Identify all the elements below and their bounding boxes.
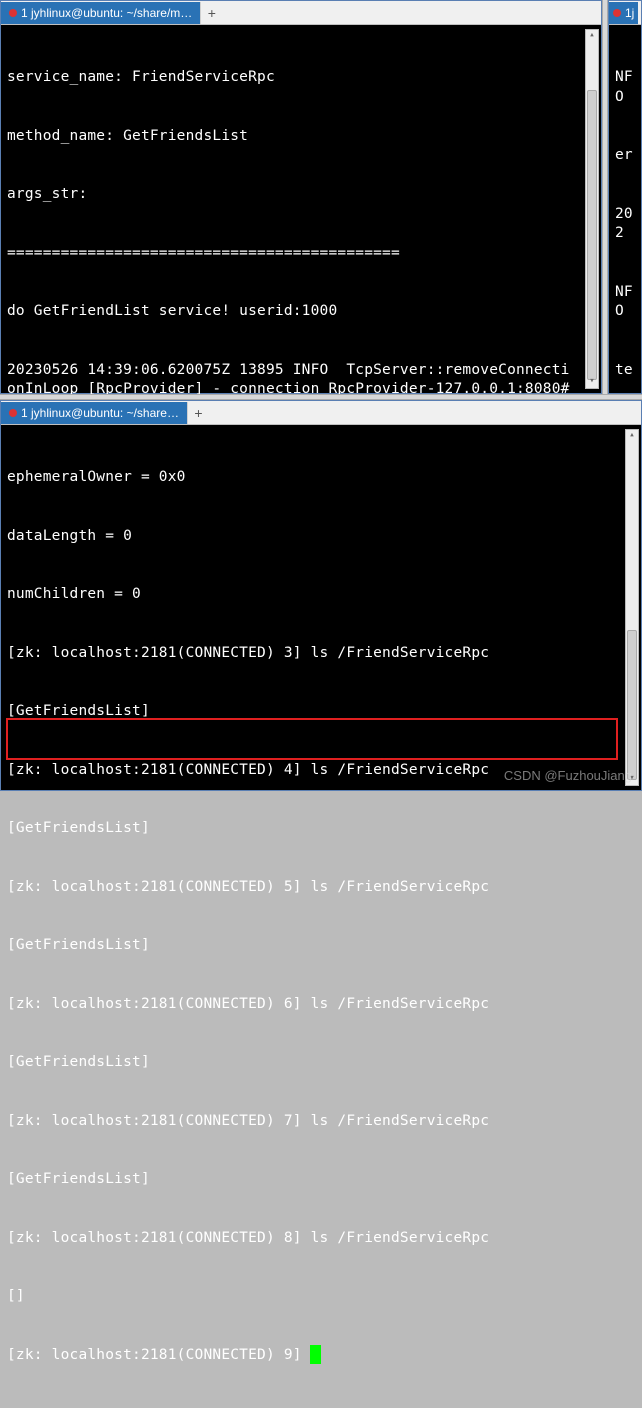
term-line: [] bbox=[7, 1287, 615, 1307]
tab-close-icon[interactable] bbox=[9, 409, 17, 417]
term-line: [GetFriendsList] bbox=[7, 1053, 615, 1073]
tabbar: 1 jyhlinux@ubuntu: ~/share… + bbox=[1, 401, 641, 425]
term-line: dataLength = 0 bbox=[7, 527, 615, 547]
term-line: [zk: localhost:2181(CONNECTED) 4] ls /Fr… bbox=[7, 761, 615, 781]
new-tab-button[interactable]: + bbox=[187, 402, 209, 424]
tab-title: 1j bbox=[625, 6, 634, 20]
term-line: ========================================… bbox=[7, 244, 575, 264]
term-line: NFO bbox=[615, 68, 635, 107]
term-line: ephemeralOwner = 0x0 bbox=[7, 468, 615, 488]
term-line: [zk: localhost:2181(CONNECTED) 3] ls /Fr… bbox=[7, 644, 615, 664]
tab-top-left[interactable]: 1 jyhlinux@ubuntu: ~/share/m… bbox=[1, 2, 200, 24]
scroll-up-icon[interactable]: ▴ bbox=[588, 30, 596, 42]
term-line: args_str: bbox=[7, 185, 575, 205]
tab-close-icon[interactable] bbox=[613, 9, 621, 17]
terminal-output-top-right[interactable]: NFO er 202 NFO te 015 zoo 202 NFO Id= rp… bbox=[609, 25, 641, 394]
scrollbar-thumb[interactable] bbox=[627, 630, 637, 780]
term-line: service_name: FriendServiceRpc bbox=[7, 68, 575, 88]
scroll-up-icon[interactable]: ▴ bbox=[628, 430, 636, 442]
scroll-down-icon[interactable]: ▾ bbox=[628, 773, 636, 785]
terminal-pane-top-left: 1 jyhlinux@ubuntu: ~/share/m… + service_… bbox=[0, 0, 602, 394]
term-line: NFO bbox=[615, 283, 635, 322]
scrollbar[interactable]: ▴ ▾ bbox=[585, 29, 599, 389]
term-line: er bbox=[615, 146, 635, 166]
term-line: [GetFriendsList] bbox=[7, 936, 615, 956]
tab-top-right[interactable]: 1j bbox=[609, 2, 638, 24]
term-line: [GetFriendsList] bbox=[7, 1170, 615, 1190]
prompt: [zk: localhost:2181(CONNECTED) 9] bbox=[7, 1347, 311, 1363]
tab-bottom[interactable]: 1 jyhlinux@ubuntu: ~/share… bbox=[1, 402, 187, 424]
term-line: method_name: GetFriendsList bbox=[7, 127, 575, 147]
scrollbar[interactable]: ▴ ▾ bbox=[625, 429, 639, 786]
terminal-output-bottom[interactable]: ephemeralOwner = 0x0 dataLength = 0 numC… bbox=[1, 425, 621, 1408]
tab-title: 1 jyhlinux@ubuntu: ~/share/m… bbox=[21, 6, 192, 20]
term-line: [zk: localhost:2181(CONNECTED) 8] ls /Fr… bbox=[7, 1229, 615, 1249]
terminal-pane-top-right: 1j NFO er 202 NFO te 015 zoo 202 NFO Id=… bbox=[608, 0, 642, 394]
term-line: [GetFriendsList] bbox=[7, 819, 615, 839]
tab-close-icon[interactable] bbox=[9, 9, 17, 17]
scrollbar-thumb[interactable] bbox=[587, 90, 597, 380]
highlight-box bbox=[6, 718, 618, 760]
cursor-icon bbox=[311, 1346, 320, 1363]
new-tab-button[interactable]: + bbox=[200, 2, 222, 24]
term-line: do GetFriendList service! userid:1000 bbox=[7, 302, 575, 322]
term-line: numChildren = 0 bbox=[7, 585, 615, 605]
term-prompt-line: [zk: localhost:2181(CONNECTED) 9] bbox=[7, 1346, 615, 1366]
term-line: [zk: localhost:2181(CONNECTED) 6] ls /Fr… bbox=[7, 995, 615, 1015]
scroll-down-icon[interactable]: ▾ bbox=[588, 376, 596, 388]
term-line: te bbox=[615, 361, 635, 381]
term-line: [zk: localhost:2181(CONNECTED) 5] ls /Fr… bbox=[7, 878, 615, 898]
term-line: 202 bbox=[615, 205, 635, 244]
tab-title: 1 jyhlinux@ubuntu: ~/share… bbox=[21, 406, 179, 420]
term-line: [zk: localhost:2181(CONNECTED) 7] ls /Fr… bbox=[7, 1112, 615, 1132]
tabbar: 1j bbox=[609, 1, 641, 25]
tabbar: 1 jyhlinux@ubuntu: ~/share/m… + bbox=[1, 1, 601, 25]
